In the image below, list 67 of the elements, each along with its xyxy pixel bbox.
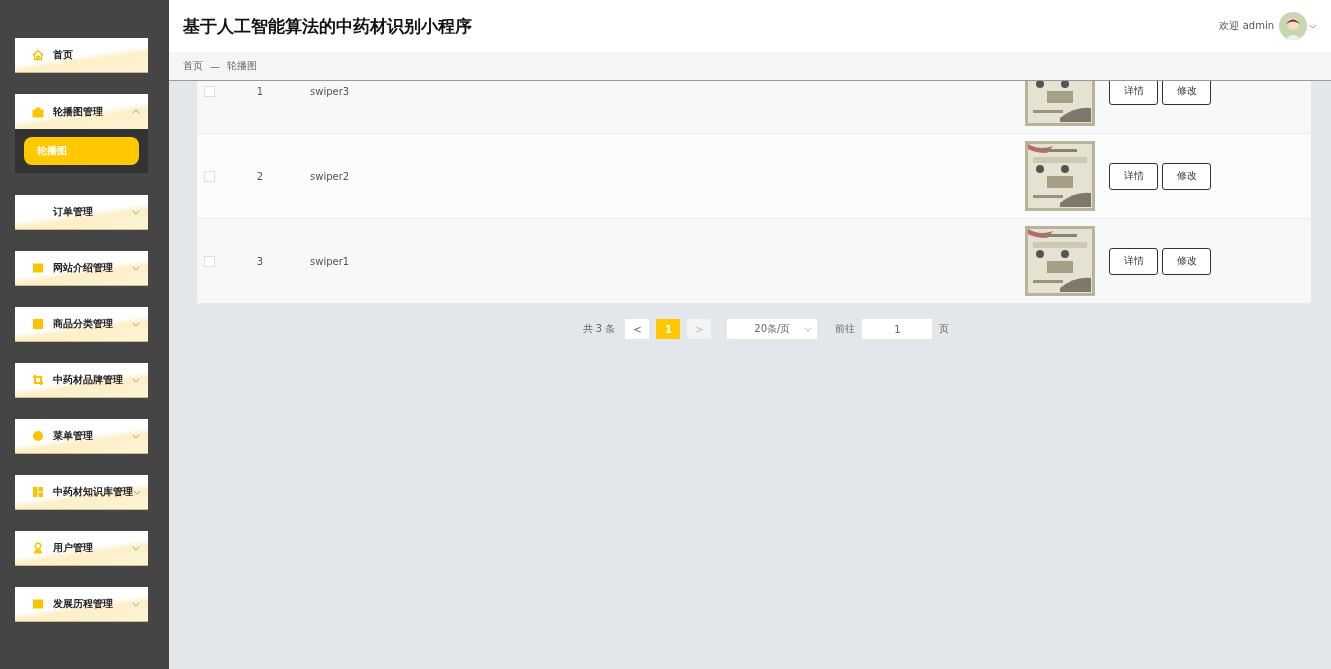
menu-label: 商品分类管理 xyxy=(53,317,114,331)
menu-label: 网站介绍管理 xyxy=(53,261,114,275)
prev-page-button[interactable]: < xyxy=(625,319,650,339)
bag-icon xyxy=(32,105,44,118)
menu-item[interactable]: 菜单管理 xyxy=(15,419,148,454)
action-button[interactable]: 详情 xyxy=(1109,247,1158,275)
menu-label: 发展历程管理 xyxy=(53,597,114,611)
person-icon xyxy=(32,542,44,554)
menu-label: 菜单管理 xyxy=(53,429,94,443)
table-cell-text: swiper2 xyxy=(309,170,351,182)
menu-label: 中药材知识库管理 xyxy=(53,485,133,499)
box-icon xyxy=(32,262,44,274)
action-button[interactable]: 详情 xyxy=(1109,81,1158,105)
table-cell-text: swiper3 xyxy=(309,85,351,97)
menu-item[interactable]: 中药材品牌管理 xyxy=(15,363,148,398)
chevron-down-icon xyxy=(132,601,140,607)
table-cell-text: 3 xyxy=(255,255,265,267)
grid-icon xyxy=(32,486,44,498)
menu-label: 订单管理 xyxy=(53,205,94,219)
breadcrumb-separator: — xyxy=(210,60,220,72)
menu-item[interactable]: 用户管理 xyxy=(15,531,148,566)
row-checkbox[interactable] xyxy=(204,85,215,97)
menu-item[interactable]: 订单管理 xyxy=(15,195,148,230)
page-size-select[interactable]: 20条/页 xyxy=(727,319,818,339)
table-cell-text: 2 xyxy=(255,170,265,182)
row-checkbox[interactable] xyxy=(204,170,215,182)
box-icon xyxy=(32,598,44,610)
app-title: 基于人工智能算法的中药材识别小程序 xyxy=(183,14,473,38)
chevron-up-icon xyxy=(132,109,140,114)
action-button[interactable]: 修改 xyxy=(1162,247,1211,275)
menu-item[interactable]: 中药材知识库管理 xyxy=(15,475,148,510)
page-suffix: 页 xyxy=(939,322,950,336)
action-button[interactable]: 详情 xyxy=(1109,162,1158,190)
chevron-down-icon xyxy=(132,209,140,215)
menu-item[interactable]: 轮播图管理 xyxy=(15,94,148,129)
chevron-down-icon xyxy=(132,377,140,383)
menu-label: 首页 xyxy=(53,48,74,62)
crop-icon xyxy=(32,374,44,386)
chevron-down-icon xyxy=(132,433,140,439)
total-count: 共 3 条 xyxy=(582,322,616,336)
table-cell-text: 1 xyxy=(255,85,265,97)
row-checkbox[interactable] xyxy=(204,255,215,267)
action-button[interactable]: 修改 xyxy=(1162,162,1211,190)
square-icon xyxy=(32,318,44,330)
goto-label: 前往 xyxy=(835,322,856,336)
home-icon xyxy=(32,49,44,61)
circle-icon xyxy=(32,430,44,442)
chevron-down-icon xyxy=(132,321,140,327)
action-button[interactable]: 修改 xyxy=(1162,81,1211,105)
breadcrumb-item: 轮播图 xyxy=(227,59,257,73)
chevron-down-icon xyxy=(132,265,140,271)
chevron-down-icon xyxy=(804,327,813,332)
menu-label: 中药材品牌管理 xyxy=(53,373,124,387)
menu-item[interactable]: 网站介绍管理 xyxy=(15,251,148,286)
chevron-down-icon xyxy=(133,489,141,495)
avatar-icon[interactable] xyxy=(1279,12,1307,40)
breadcrumb-item[interactable]: 首页 xyxy=(183,59,203,73)
table-cell-text: swiper1 xyxy=(309,255,351,267)
menu-item[interactable]: 首页 xyxy=(15,38,148,73)
chevron-down-icon[interactable] xyxy=(1309,23,1317,29)
menu-label: 用户管理 xyxy=(53,541,94,555)
chevron-down-icon xyxy=(132,545,140,551)
menu-item[interactable]: 发展历程管理 xyxy=(15,587,148,622)
menu-item[interactable]: 商品分类管理 xyxy=(15,307,148,342)
greeting-text: 欢迎 admin xyxy=(1219,19,1274,33)
menu-label: 轮播图管理 xyxy=(53,104,104,119)
page-input[interactable]: 1 xyxy=(862,319,933,339)
